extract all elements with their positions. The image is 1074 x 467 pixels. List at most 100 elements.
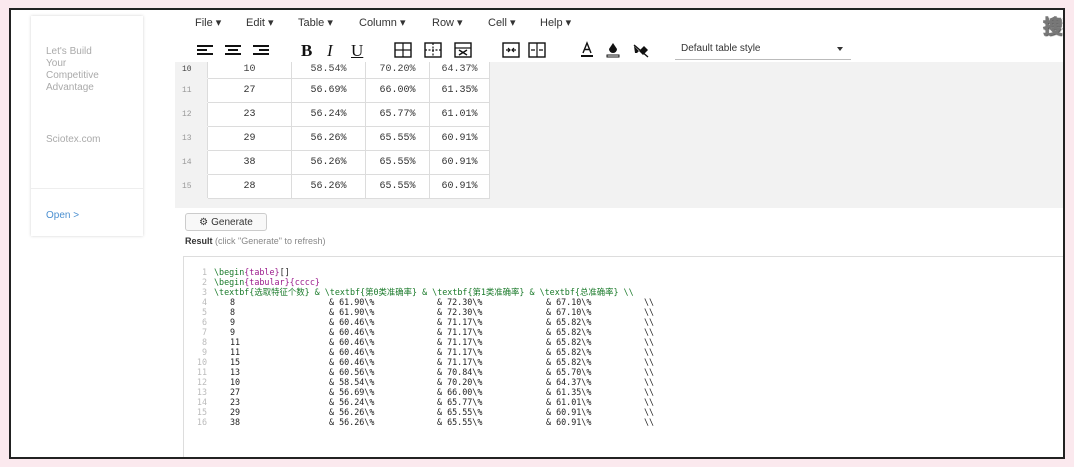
- align-left-icon[interactable]: [195, 40, 215, 60]
- table-cell[interactable]: 60.91%: [429, 150, 490, 175]
- code-cell: \\: [644, 337, 655, 347]
- code-command: \begin: [214, 277, 245, 287]
- code-cell: & 72.30\%: [437, 297, 483, 307]
- code-line: 13 27 & 56.69\% & 66.00\% & 61.35\% \\: [184, 387, 744, 397]
- menu-edit[interactable]: Edit ▾: [246, 16, 274, 29]
- table-cell[interactable]: 38: [207, 150, 292, 175]
- menu-column[interactable]: Column ▾: [359, 16, 405, 29]
- code-cell: 11: [230, 347, 241, 357]
- code-cell: & 65.82\%: [546, 317, 592, 327]
- code-cell: & 60.91\%: [546, 417, 592, 427]
- code-cell: \\: [644, 357, 655, 367]
- line-number: 8: [201, 337, 207, 347]
- ad-open-link[interactable]: Open >: [46, 210, 79, 221]
- table-cell[interactable]: 60.91%: [429, 174, 490, 199]
- table-insert-icon[interactable]: [393, 40, 413, 60]
- code-cell: \\: [644, 317, 655, 327]
- table-row: 12 23 56.24% 65.77% 61.01%: [175, 102, 490, 127]
- clear-format-icon[interactable]: [631, 40, 651, 60]
- table-cell[interactable]: 10: [207, 62, 292, 79]
- align-center-icon[interactable]: [223, 40, 243, 60]
- table-cell[interactable]: 65.55%: [365, 174, 430, 199]
- table-cell[interactable]: 61.35%: [429, 78, 490, 103]
- code-cell: & 60.46\%: [329, 317, 375, 327]
- table-cell[interactable]: 23: [207, 102, 292, 127]
- generate-button[interactable]: ⚙ Generate: [185, 213, 267, 231]
- latex-output[interactable]: 1 \begin{table}[] 2 \begin{tabular}{cccc} …: [183, 256, 1063, 457]
- table-merge-icon[interactable]: [453, 40, 473, 60]
- ad-tagline-line: Advantage: [46, 82, 94, 93]
- code-argument: {tabular}: [244, 277, 290, 287]
- menu-cell[interactable]: Cell ▾: [488, 16, 516, 29]
- code-cell: & 70.20\%: [437, 377, 483, 387]
- italic-button[interactable]: I: [327, 41, 333, 61]
- table-cell[interactable]: 64.37%: [429, 62, 490, 79]
- background-color-icon[interactable]: [603, 40, 623, 60]
- table-cell[interactable]: 56.24%: [291, 102, 366, 127]
- code-cell: \\: [644, 347, 655, 357]
- text-color-icon[interactable]: [577, 40, 597, 60]
- table-cell[interactable]: 56.69%: [291, 78, 366, 103]
- underline-button[interactable]: U: [351, 41, 363, 61]
- code-cell: & 71.17\%: [437, 337, 483, 347]
- menu-row[interactable]: Row ▾: [432, 16, 463, 29]
- code-cell: & 71.17\%: [437, 357, 483, 367]
- code-cell: & 71.17\%: [437, 327, 483, 337]
- code-cell: 29: [230, 407, 241, 417]
- code-cell: & 56.26\%: [329, 407, 375, 417]
- table-dashed-icon[interactable]: [423, 40, 443, 60]
- code-line: 2 \begin{tabular}{cccc}: [201, 277, 320, 287]
- table-cell[interactable]: 65.55%: [365, 126, 430, 151]
- table-cell[interactable]: 56.26%: [291, 126, 366, 151]
- code-cell: & 60.46\%: [329, 347, 375, 357]
- table-cell[interactable]: 27: [207, 78, 292, 103]
- table-cell[interactable]: 28: [207, 174, 292, 199]
- align-right-icon[interactable]: [251, 40, 271, 60]
- line-number: 4: [201, 297, 207, 307]
- chevron-down-icon: [837, 47, 843, 51]
- line-number: 9: [201, 347, 207, 357]
- line-number: 12: [196, 377, 207, 387]
- code-line: 3 \textbf{选取特征个数} & \textbf{第0类准确率} & \te…: [201, 287, 634, 297]
- table-cell[interactable]: 65.77%: [365, 102, 430, 127]
- code-cell: \\: [644, 297, 655, 307]
- table-cell[interactable]: 65.55%: [365, 150, 430, 175]
- code-line: 1 \begin{table}[]: [201, 267, 290, 277]
- table-cell[interactable]: 29: [207, 126, 292, 151]
- table-cell[interactable]: 70.20%: [365, 62, 430, 79]
- code-cell: & 60.46\%: [329, 357, 375, 367]
- table-style-select[interactable]: Default table style: [675, 40, 851, 60]
- menu-table[interactable]: Table ▾: [298, 16, 333, 29]
- table-cell[interactable]: 61.01%: [429, 102, 490, 127]
- line-number: 13: [196, 387, 207, 397]
- line-number: 15: [196, 407, 207, 417]
- code-cell: 23: [230, 397, 241, 407]
- menu-help[interactable]: Help ▾: [540, 16, 571, 29]
- code-cell: & 61.35\%: [546, 387, 592, 397]
- code-cell: & 56.26\%: [329, 417, 375, 427]
- code-line: 14 23 & 56.24\% & 65.77\% & 61.01\% \\: [184, 397, 744, 407]
- ad-panel: Let's Build Your Competitive Advantage S…: [31, 16, 143, 236]
- table-cell[interactable]: 58.54%: [291, 62, 366, 79]
- code-cell: & 65.82\%: [546, 357, 592, 367]
- row-number: 11: [175, 78, 208, 103]
- code-line: 5 8 & 61.90\% & 72.30\% & 67.10\% \\: [184, 307, 744, 317]
- menu-file[interactable]: File ▾: [195, 16, 221, 29]
- column-split-icon[interactable]: [527, 40, 547, 60]
- code-cell: & 65.70\%: [546, 367, 592, 377]
- code-cell: & 61.90\%: [329, 297, 375, 307]
- table-cell[interactable]: 60.91%: [429, 126, 490, 151]
- bold-button[interactable]: B: [301, 41, 312, 61]
- code-cell: \\: [644, 407, 655, 417]
- result-hint: (click "Generate" to refresh): [215, 236, 326, 246]
- table-cell[interactable]: 66.00%: [365, 78, 430, 103]
- data-table: 10 10 58.54% 70.20% 64.37% 11 27 56.69% …: [175, 62, 490, 199]
- code-cell: & 61.90\%: [329, 307, 375, 317]
- code-cell: & 56.24\%: [329, 397, 375, 407]
- table-cell[interactable]: 56.26%: [291, 174, 366, 199]
- table-cell[interactable]: 56.26%: [291, 150, 366, 175]
- ad-tagline-line: Let's Build: [46, 46, 92, 57]
- table-row: 15 28 56.26% 65.55% 60.91%: [175, 174, 490, 199]
- table-split-icon[interactable]: [501, 40, 521, 60]
- table-grid: 10 10 58.54% 70.20% 64.37% 11 27 56.69% …: [175, 62, 1063, 208]
